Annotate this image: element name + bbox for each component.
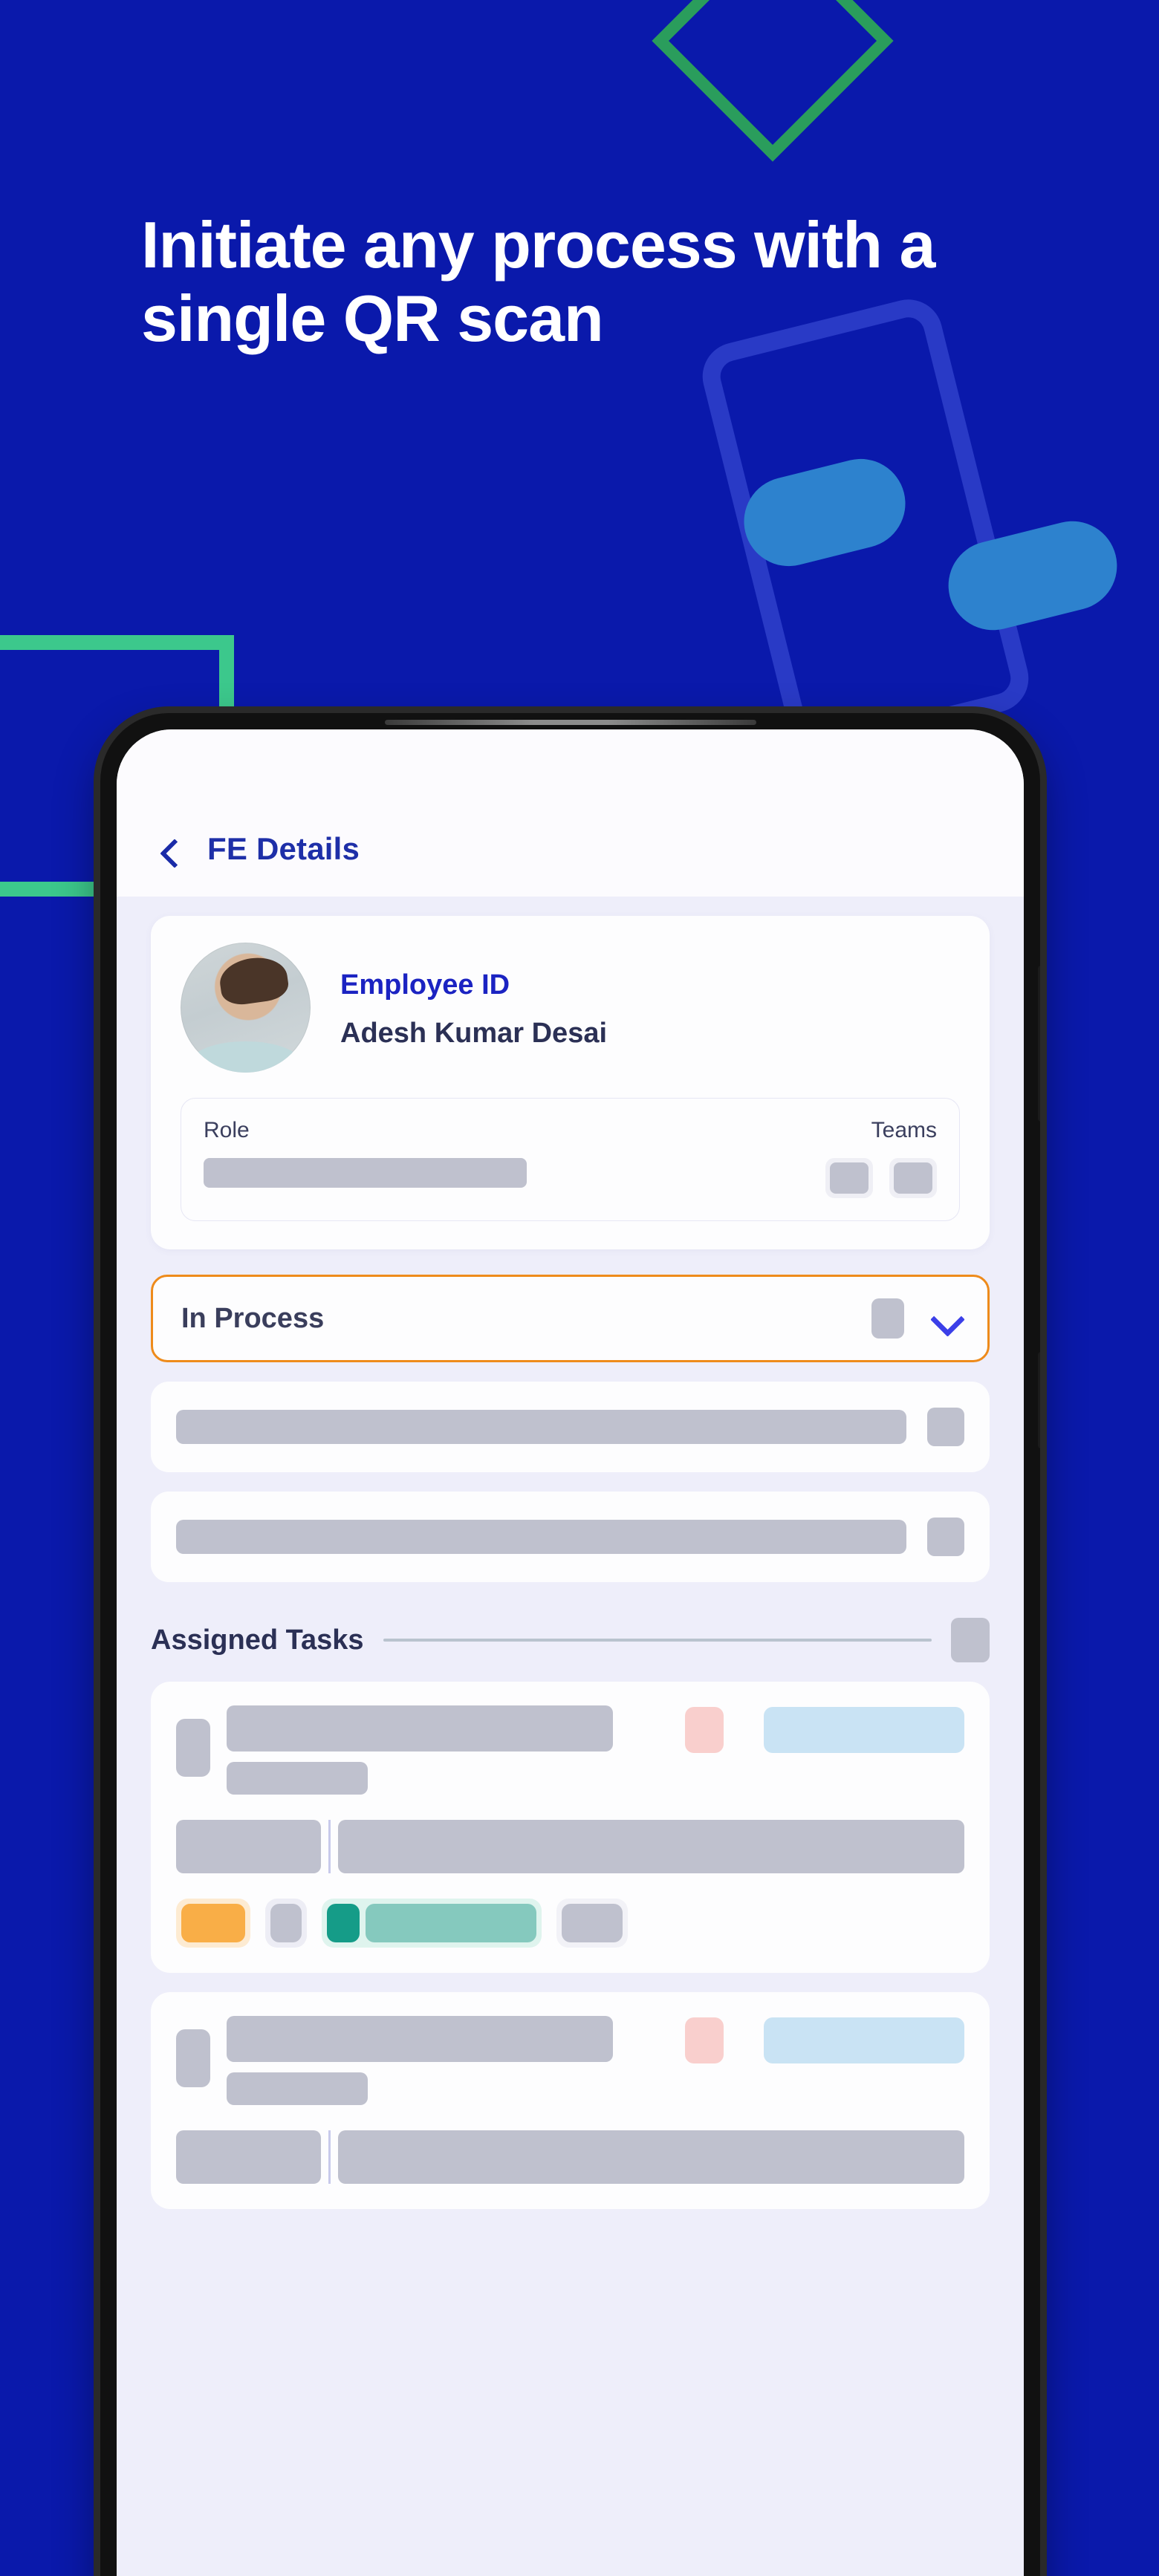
task-icon-placeholder — [176, 1719, 210, 1777]
task-tag-gray[interactable] — [265, 1899, 307, 1948]
role-teams-box: Role Teams — [181, 1098, 960, 1221]
tag-fill — [562, 1904, 623, 1942]
section-action-placeholder[interactable] — [951, 1618, 990, 1662]
diamond-decoration-icon — [652, 0, 894, 162]
list-item-action-placeholder — [927, 1518, 964, 1556]
avatar — [181, 943, 311, 1073]
phone-screen: FE Details Employee ID Adesh Kumar Desai… — [117, 729, 1024, 2576]
task-subtitle-placeholder — [227, 2072, 368, 2105]
task-title-placeholder — [227, 2016, 613, 2062]
table-row[interactable] — [151, 1682, 990, 1973]
hero-headline: Initiate any process with a single QR sc… — [141, 208, 935, 356]
task-meta-placeholder — [176, 2130, 321, 2184]
list-item-placeholder — [176, 1520, 906, 1554]
task-tag-teal[interactable] — [322, 1899, 542, 1948]
phone-mockup: FE Details Employee ID Adesh Kumar Desai… — [100, 713, 1040, 2576]
task-tag-badge — [764, 1707, 964, 1753]
tag-fill — [181, 1904, 245, 1942]
task-tag-badge — [764, 2017, 964, 2063]
team-chip-placeholder — [830, 1162, 869, 1194]
task-detail-placeholder — [338, 1820, 964, 1873]
task-status-badge — [685, 2017, 724, 2063]
list-item-action-placeholder — [927, 1408, 964, 1446]
assigned-tasks-header: Assigned Tasks — [151, 1618, 990, 1662]
tag-fill-light — [366, 1904, 536, 1942]
phone-volume-button[interactable] — [1038, 966, 1040, 1122]
team-chip — [889, 1158, 937, 1198]
task-tag-orange[interactable] — [176, 1899, 250, 1948]
task-title-placeholder — [227, 1705, 613, 1752]
page-title: FE Details — [207, 831, 360, 866]
tag-fill-dark — [327, 1904, 360, 1942]
profile-card: Employee ID Adesh Kumar Desai Role Teams — [151, 916, 990, 1249]
team-chip-placeholder — [894, 1162, 932, 1194]
divider — [383, 1639, 932, 1642]
list-item-placeholder — [176, 1410, 906, 1444]
table-row[interactable] — [151, 1992, 990, 2209]
phone-speaker-grille — [384, 720, 756, 725]
app-header: FE Details — [117, 729, 1024, 897]
section-title: Assigned Tasks — [151, 1624, 364, 1656]
list-item[interactable] — [151, 1382, 990, 1472]
teams-label: Teams — [871, 1118, 937, 1142]
task-tag-plain[interactable] — [556, 1899, 628, 1948]
role-value-placeholder — [204, 1158, 527, 1188]
task-meta-placeholder — [176, 1820, 321, 1873]
app-body: Employee ID Adesh Kumar Desai Role Teams — [117, 897, 1024, 2576]
phone-power-button[interactable] — [1038, 1352, 1040, 1448]
tag-fill — [270, 1904, 302, 1942]
chevron-left-icon[interactable] — [155, 839, 184, 867]
status-placeholder — [871, 1298, 904, 1339]
team-chip — [825, 1158, 873, 1198]
task-status-badge — [685, 1707, 724, 1753]
task-icon-placeholder — [176, 2029, 210, 2087]
task-subtitle-placeholder — [227, 1762, 368, 1795]
employee-name: Adesh Kumar Desai — [340, 1017, 608, 1049]
status-dropdown[interactable]: In Process — [151, 1275, 990, 1362]
role-column: Role — [204, 1118, 825, 1188]
divider — [328, 2130, 331, 2184]
divider — [328, 1820, 331, 1873]
list-item[interactable] — [151, 1492, 990, 1582]
role-label: Role — [204, 1118, 250, 1142]
status-label: In Process — [181, 1302, 325, 1334]
chevron-down-icon[interactable] — [934, 1306, 959, 1331]
task-detail-placeholder — [338, 2130, 964, 2184]
employee-id-label: Employee ID — [340, 969, 510, 1001]
teams-column: Teams — [825, 1118, 937, 1198]
